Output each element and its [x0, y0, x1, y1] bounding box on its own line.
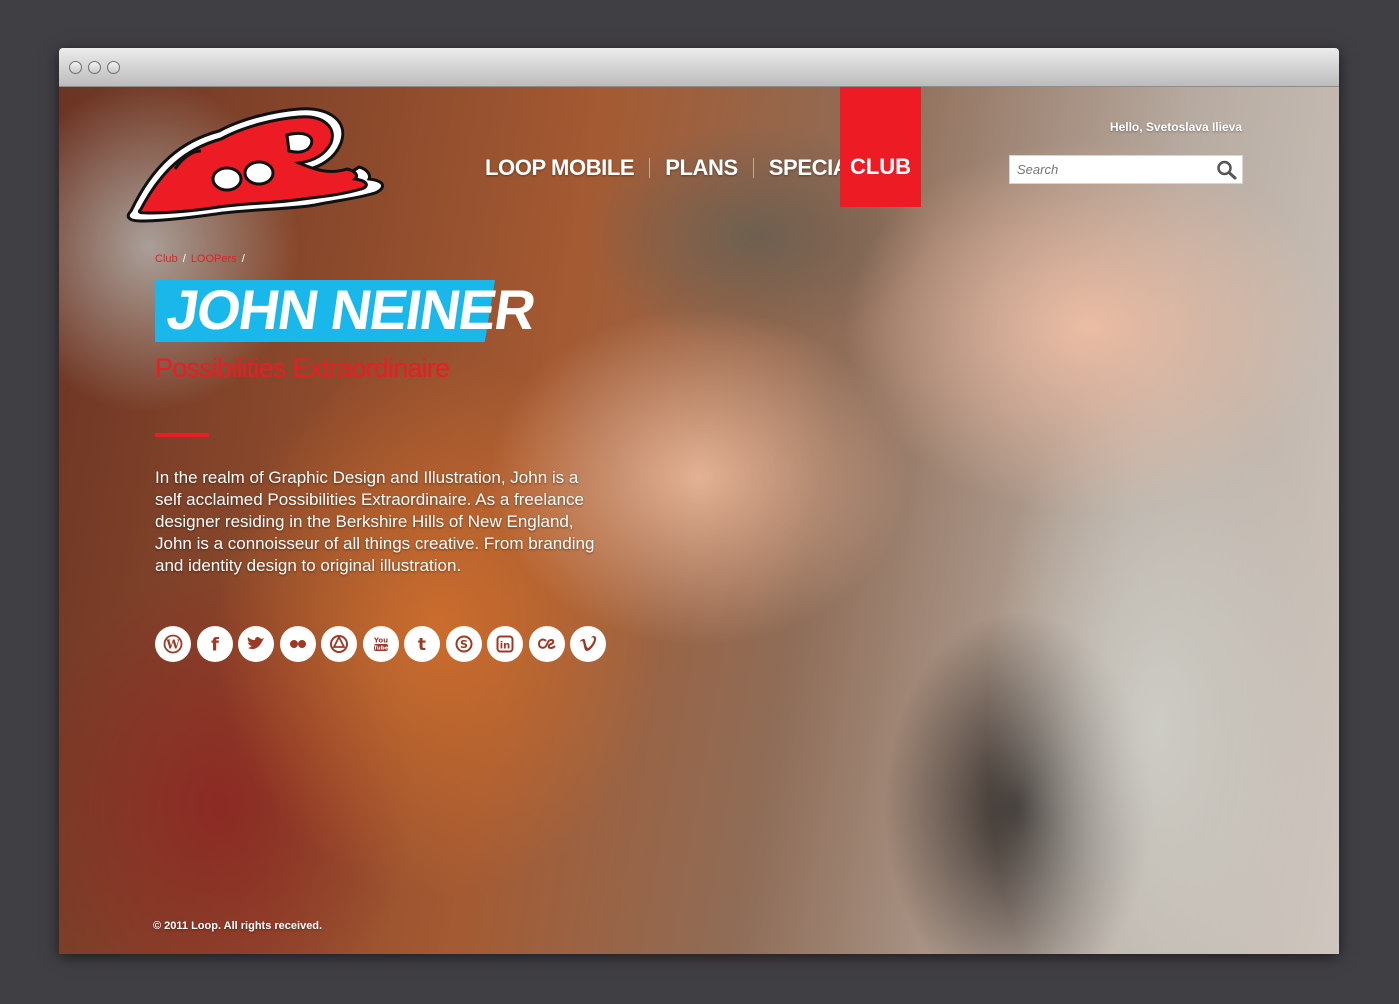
browser-titlebar — [59, 48, 1339, 87]
breadcrumb-separator: / — [182, 253, 186, 265]
nav-separator — [649, 158, 651, 178]
svg-text:W: W — [165, 638, 180, 652]
nav-separator — [752, 158, 754, 178]
breadcrumb-separator: / — [241, 253, 245, 265]
skype-icon[interactable]: S — [445, 626, 482, 662]
section-divider — [155, 433, 209, 437]
wordpress-icon[interactable]: W — [155, 626, 191, 662]
svg-text:t: t — [418, 635, 426, 654]
breadcrumb-loopers[interactable]: LOOPers — [191, 253, 237, 265]
user-greeting[interactable]: Hello, Svetoslava Ilieva — [1079, 120, 1242, 134]
window-close-button[interactable] — [69, 61, 82, 74]
picasa-icon[interactable] — [321, 626, 357, 662]
youtube-icon[interactable]: You Tube — [362, 626, 399, 662]
svg-text:Tube: Tube — [373, 646, 388, 652]
social-links: W f You Tube t S in — [155, 626, 612, 662]
nav-club-label: CLUB — [849, 153, 912, 179]
profile-bio: In the realm of Graphic Design and Illus… — [155, 468, 595, 575]
svg-text:in: in — [500, 641, 511, 652]
facebook-icon[interactable]: f — [196, 626, 233, 662]
loop-logo[interactable] — [123, 105, 388, 235]
nav-plans[interactable]: PLANS — [665, 155, 738, 181]
lastfm-icon[interactable] — [528, 626, 565, 662]
profile-title: Possibilities Extraordinaire — [155, 353, 450, 383]
twitter-icon[interactable] — [238, 626, 274, 662]
footer-copyright: © 2011 Loop. All rights received. — [153, 920, 323, 932]
flickr-icon[interactable] — [279, 626, 316, 662]
vimeo-icon[interactable] — [570, 626, 606, 662]
window-zoom-button[interactable] — [107, 61, 120, 74]
svg-text:S: S — [460, 638, 468, 651]
breadcrumb: Club / LOOPers / — [155, 253, 247, 265]
page-viewport: LOOP MOBILE PLANS SPECIALS CLUB Hello, S… — [59, 87, 1339, 954]
nav-club-active-tab[interactable]: CLUB — [840, 87, 921, 207]
svg-text:f: f — [211, 635, 219, 655]
profile-name: JOHN NEINER — [163, 278, 539, 341]
search-box — [1009, 155, 1243, 184]
search-icon[interactable] — [1216, 160, 1238, 180]
search-input[interactable] — [1010, 156, 1210, 183]
linkedin-icon[interactable]: in — [487, 626, 523, 662]
tumblr-icon[interactable]: t — [404, 626, 440, 662]
browser-window: LOOP MOBILE PLANS SPECIALS CLUB Hello, S… — [59, 48, 1339, 954]
nav-loop-mobile[interactable]: LOOP MOBILE — [485, 155, 635, 181]
svg-text:You: You — [372, 637, 387, 645]
main-navigation: LOOP MOBILE PLANS SPECIALS — [485, 147, 876, 189]
window-minimize-button[interactable] — [88, 61, 101, 74]
breadcrumb-club[interactable]: Club — [155, 253, 178, 265]
